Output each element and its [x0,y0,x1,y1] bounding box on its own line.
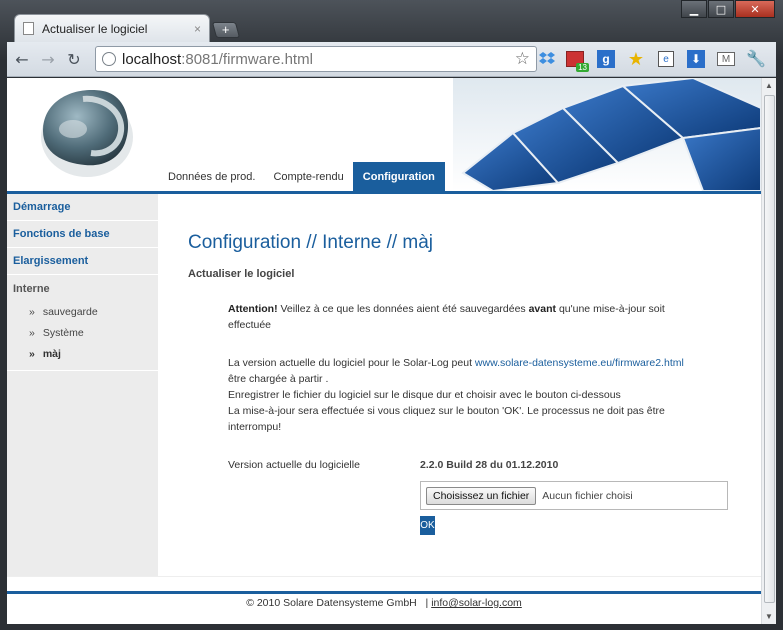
bullet-icon: » [29,305,35,318]
vertical-scrollbar[interactable]: ▲ ▼ [761,78,776,624]
footer-copyright: © 2010 Solare Datensysteme GmbH [246,597,417,609]
favorites-star-icon[interactable]: ★ [624,47,648,71]
content-bottom-divider [7,576,761,577]
file-input: Choisissez un fichier Aucun fichier choi… [420,481,728,510]
attention-bold: avant [528,303,557,315]
bullet-icon: » [29,326,35,339]
browser-tab[interactable]: Actualiser le logiciel × [14,14,210,42]
sidebar-sub-label: Système [42,326,84,339]
ok-button[interactable]: OK [420,516,435,535]
main-nav: Données de prod. Compte-rendu Configurat… [159,162,445,191]
page-subtitle: Actualiser le logiciel [188,268,295,280]
info-line-3: Enregistrer le fichier du logiciel sur l… [228,389,621,401]
sidebar-item-demarrage[interactable]: Démarrage [7,194,158,221]
info-line-1: La version actuelle du logiciel pour le … [228,357,475,369]
address-bar[interactable]: localhost :8081/firmware.html ☆ [95,46,537,72]
page-viewport: Données de prod. Compte-rendu Configurat… [7,78,761,624]
download-icon[interactable]: ⬇ [684,47,708,71]
footer-divider [7,591,761,594]
tab-configuration[interactable]: Configuration [352,162,445,191]
sidebar-sub-systeme[interactable]: » Système [13,322,158,343]
version-value: 2.2.0 Build 28 du 01.12.2010 [420,459,559,471]
calendar-extension-icon[interactable]: 13 [563,47,589,72]
no-file-chosen-text: Aucun fichier choisi [542,489,633,502]
scroll-down-icon[interactable]: ▼ [765,612,773,621]
new-tab-button[interactable]: + [211,22,241,38]
sidebar-item-fonctions-de-base[interactable]: Fonctions de base [7,221,158,248]
page-header: Données de prod. Compte-rendu Configurat… [7,78,761,191]
url-path: :8081/firmware.html [181,50,313,68]
tab-title: Actualiser le logiciel [42,21,148,36]
maximize-button[interactable]: □ [708,0,734,18]
tab-report[interactable]: Compte-rendu [264,162,352,191]
sidebar-sub-label: màj [42,347,61,360]
window-controls: ▁ □ ✕ [681,0,775,18]
ie-tab-icon[interactable]: e [654,47,678,71]
tab-production-data[interactable]: Données de prod. [159,162,264,191]
mail-checker-icon[interactable]: M [714,47,738,71]
sidebar-sub-label: sauvegarde [42,305,98,318]
solar-panels-banner [453,78,761,191]
attention-text-1: Veillez à ce que les données aient été s… [277,303,529,315]
plus-icon: + [222,22,230,37]
google-extension-icon[interactable]: g [594,47,618,71]
page-title: Configuration // Interne // màj [188,232,434,253]
version-label: Version actuelle du logicielle [228,459,360,471]
bullet-icon: » [29,347,35,360]
sidebar-sub-sauvegarde[interactable]: » sauvegarde [13,301,158,322]
page-icon [23,22,34,35]
sidebar-group-interne: Interne » sauvegarde » Système » màj [7,275,158,371]
browser-window: ▁ □ ✕ Actualiser le logiciel × + ← → ↻ l… [0,0,783,630]
footer-divider-char: | [425,597,429,609]
close-window-button[interactable]: ✕ [735,0,775,18]
info-text: La version actuelle du logiciel pour le … [228,355,708,435]
extension-badge: 13 [576,63,589,72]
info-line-2: être chargée à partir . [228,373,329,385]
footer: © 2010 Solare Datensysteme GmbH | info@s… [7,597,761,609]
attention-notice: Attention! Veillez à ce que les données … [228,301,708,333]
globe-icon [102,52,116,66]
dropbox-icon[interactable] [535,47,559,71]
sidebar-group-label[interactable]: Interne [13,283,158,295]
scrollbar-thumb[interactable] [764,95,775,603]
tab-close-icon[interactable]: × [194,22,201,36]
sidebar-sub-maj[interactable]: » màj [13,343,158,364]
forward-button[interactable]: → [37,48,59,70]
url-host: localhost [122,50,182,68]
minimize-button[interactable]: ▁ [681,0,707,18]
sidebar-item-elargissement[interactable]: Elargissement [7,248,158,275]
wrench-icon[interactable]: 🔧 [744,47,768,71]
back-button[interactable]: ← [11,48,33,70]
sidebar: Démarrage Fonctions de base Elargissemen… [7,194,158,577]
reload-button[interactable]: ↻ [63,48,85,70]
info-line-4: La mise-à-jour sera effectuée si vous cl… [228,405,665,433]
attention-label: Attention! [228,303,278,315]
bookmark-star-icon[interactable]: ☆ [515,49,530,69]
firmware-link[interactable]: www.solare-datensysteme.eu/firmware2.htm… [475,357,684,369]
footer-email-link[interactable]: info@solar-log.com [431,597,522,609]
solar-log-device-logo [41,90,133,177]
choose-file-button[interactable]: Choisissez un fichier [426,486,537,505]
scroll-up-icon[interactable]: ▲ [765,81,773,90]
browser-toolbar: ← → ↻ localhost :8081/firmware.html ☆ 13… [7,42,776,77]
